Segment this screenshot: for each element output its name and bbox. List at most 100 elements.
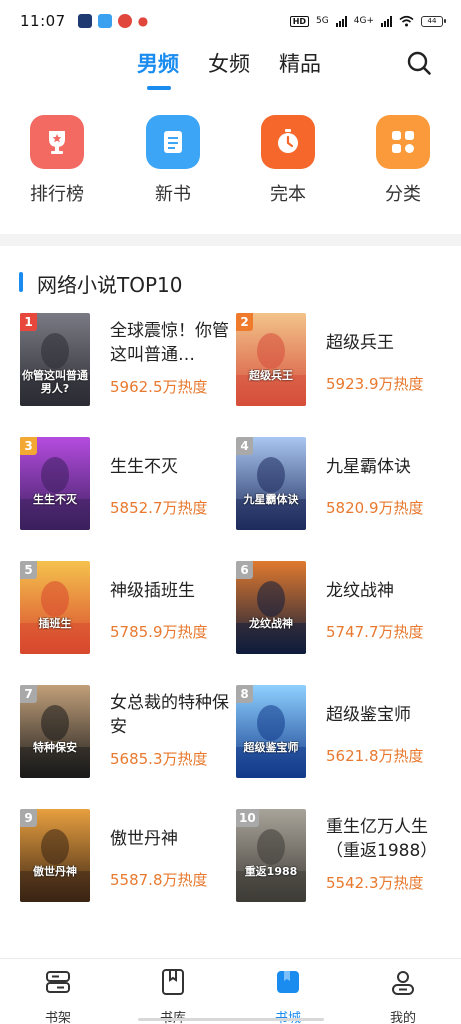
book-item[interactable]: 1 你管这叫普通男人? 全球震惊！你管这叫普通… 5962.5万热度 (20, 313, 236, 408)
stopwatch-icon (261, 115, 315, 169)
book-heat: 5621.8万热度 (326, 747, 424, 765)
nav-bookshelf[interactable]: 书架 (18, 967, 98, 1024)
app-notification-icon (97, 14, 112, 28)
ranking-button[interactable]: 排行榜 (12, 112, 102, 206)
rank-badge: 8 (236, 685, 253, 703)
library-icon (162, 969, 184, 995)
book-cover[interactable]: 1 你管这叫普通男人? (20, 313, 90, 406)
network-4g-label: 4G+ (353, 16, 374, 26)
book-title[interactable]: 超级兵王 (326, 331, 450, 355)
book-heat: 5685.3万热度 (110, 750, 208, 768)
section-title: 网络小说TOP10 (37, 273, 183, 297)
nav-library-label: 书库 (133, 1007, 213, 1024)
new-books-button[interactable]: 新书 (128, 112, 218, 206)
book-heat: 5923.9万热度 (326, 375, 424, 393)
status-time: 11:07 (20, 12, 66, 30)
search-icon[interactable] (405, 49, 433, 77)
book-item[interactable]: 5 插班生 神级插班生 5785.9万热度 (20, 561, 236, 656)
battery-icon: 44 (421, 15, 446, 27)
book-title[interactable]: 傲世丹神 (110, 827, 234, 851)
cover-title-art: 生生不灭 (33, 493, 77, 506)
cover-title-art: 特种保安 (33, 741, 77, 754)
book-cover[interactable]: 4 九星霸体诀 (236, 437, 306, 530)
active-tab-indicator (147, 86, 171, 90)
wifi-icon (399, 15, 414, 27)
bookstore-icon (277, 971, 299, 993)
nav-bookstore[interactable]: 书城 (248, 967, 328, 1024)
book-cover[interactable]: 9 傲世丹神 (20, 809, 90, 902)
rank-badge: 4 (236, 437, 253, 455)
nav-library[interactable]: 书库 (133, 967, 213, 1024)
book-title[interactable]: 龙纹战神 (326, 579, 450, 603)
signal-icon (381, 15, 392, 27)
nav-profile[interactable]: 我的 (363, 967, 443, 1024)
book-item[interactable]: 7 特种保安 女总裁的特种保安 5685.3万热度 (20, 685, 236, 780)
completed-label: 完本 (270, 184, 306, 205)
section-accent-bar (19, 272, 23, 292)
book-heat: 5587.8万热度 (110, 871, 208, 889)
book-cover[interactable]: 8 超级鉴宝师 (236, 685, 306, 778)
cover-title-art: 插班生 (38, 617, 72, 630)
book-cover[interactable]: 10 重返1988 (236, 809, 306, 902)
app-notification-icon (117, 14, 132, 28)
book-title[interactable]: 女总裁的特种保安 (110, 691, 234, 739)
nav-profile-label: 我的 (389, 1011, 416, 1024)
rank-badge: 7 (20, 685, 37, 703)
signal-icon (335, 15, 347, 27)
bookshelf-icon (46, 971, 70, 993)
rank-badge: 2 (236, 313, 253, 331)
book-heat: 5785.9万热度 (110, 623, 208, 641)
book-item[interactable]: 9 傲世丹神 傲世丹神 5587.8万热度 (20, 809, 236, 904)
trophy-icon (30, 115, 84, 169)
nav-bookshelf-label: 书架 (44, 1011, 71, 1024)
bottom-nav: 书架 书库 书城 我的 (0, 958, 461, 1024)
category-grid-icon (376, 115, 430, 169)
category-label: 分类 (385, 184, 421, 205)
cover-title-art: 你管这叫普通男人? (22, 369, 88, 395)
book-item[interactable]: 8 超级鉴宝师 超级鉴宝师 5621.8万热度 (236, 685, 452, 780)
profile-icon (392, 971, 414, 995)
book-item[interactable]: 2 超级兵王 超级兵王 5923.9万热度 (236, 313, 452, 408)
completed-button[interactable]: 完本 (243, 112, 333, 206)
book-title[interactable]: 神级插班生 (110, 579, 234, 603)
channel-tabs: 男频 女频 精品 (0, 42, 461, 94)
category-shortcuts: 排行榜 新书 完本 分类 (0, 112, 461, 222)
network-5g-label: 5G (316, 16, 329, 26)
app-notification-icon (77, 14, 92, 28)
book-cover[interactable]: 3 生生不灭 (20, 437, 90, 530)
tab-male[interactable]: 男频 (137, 48, 179, 78)
book-title[interactable]: 重生亿万人生（重返1988） (326, 815, 450, 863)
book-cover[interactable]: 6 龙纹战神 (236, 561, 306, 654)
rank-badge: 9 (20, 809, 37, 827)
book-title[interactable]: 全球震惊！你管这叫普通… (110, 319, 234, 367)
status-bar: 11:07 ● HD 5G 4G+ 44 (0, 0, 461, 42)
book-item[interactable]: 6 龙纹战神 龙纹战神 5747.7万热度 (236, 561, 452, 656)
book-title[interactable]: 生生不灭 (110, 455, 234, 479)
book-item[interactable]: 3 生生不灭 生生不灭 5852.7万热度 (20, 437, 236, 532)
location-pin-icon: ● (137, 14, 149, 28)
home-indicator (138, 1018, 324, 1021)
book-cover[interactable]: 7 特种保安 (20, 685, 90, 778)
book-title[interactable]: 九星霸体诀 (326, 455, 450, 479)
tab-female[interactable]: 女频 (208, 48, 250, 78)
rank-badge: 5 (20, 561, 37, 579)
book-heat: 5542.3万热度 (326, 874, 424, 892)
rank-badge: 6 (236, 561, 253, 579)
rank-badge: 3 (20, 437, 37, 455)
tab-premium[interactable]: 精品 (279, 48, 321, 78)
book-heat: 5962.5万热度 (110, 378, 208, 396)
book-cover[interactable]: 2 超级兵王 (236, 313, 306, 406)
book-item[interactable]: 4 九星霸体诀 九星霸体诀 5820.9万热度 (236, 437, 452, 532)
nav-bookstore-label: 书城 (248, 1007, 328, 1024)
book-heat: 5747.7万热度 (326, 623, 424, 641)
book-cover[interactable]: 5 插班生 (20, 561, 90, 654)
rank-badge: 10 (236, 809, 259, 827)
category-button[interactable]: 分类 (358, 112, 448, 206)
book-heat: 5820.9万热度 (326, 499, 424, 517)
hd-badge: HD (289, 15, 310, 27)
book-title[interactable]: 超级鉴宝师 (326, 703, 450, 727)
book-item[interactable]: 10 重返1988 重生亿万人生（重返1988） 5542.3万热度 (236, 809, 452, 904)
section-divider (0, 234, 461, 246)
new-books-label: 新书 (155, 184, 191, 205)
cover-title-art: 重返1988 (244, 865, 298, 878)
